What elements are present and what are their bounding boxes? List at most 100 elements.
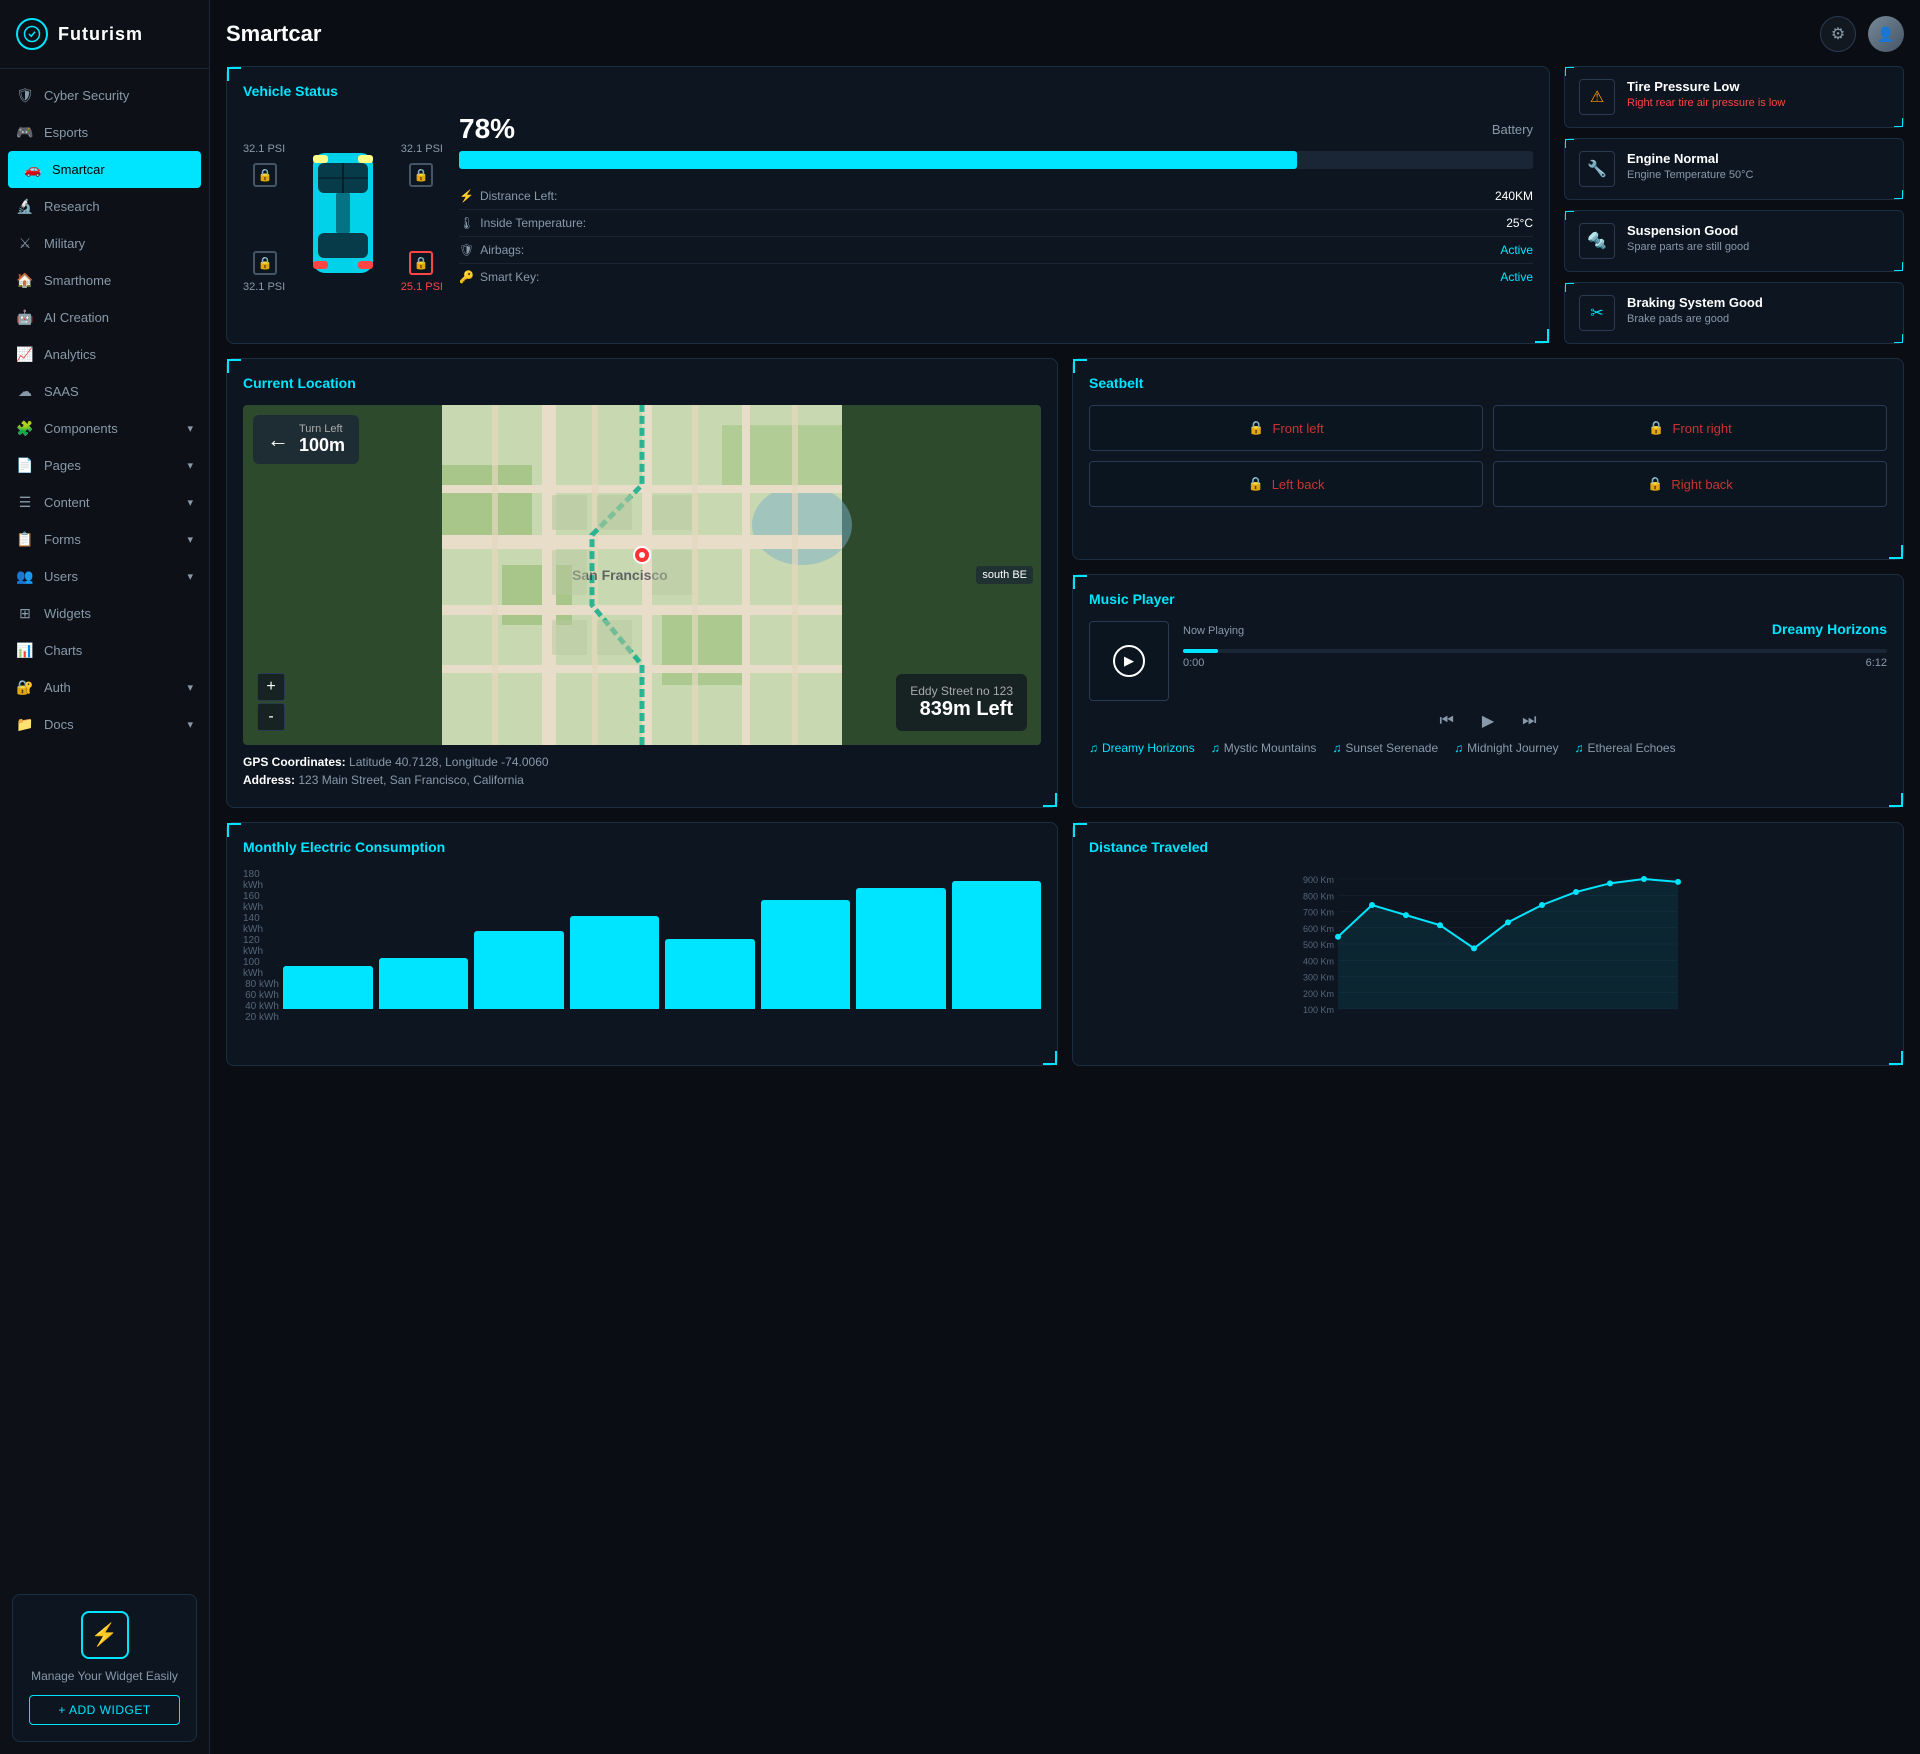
bar-Jun[interactable] xyxy=(761,900,851,1009)
alert-desc-tire-pressure: Right rear tire air pressure is low xyxy=(1627,97,1785,109)
alert-desc-suspension: Spare parts are still good xyxy=(1627,241,1749,253)
alert-desc-braking: Brake pads are good xyxy=(1627,313,1763,325)
nav-icon-pages: 📄 xyxy=(16,457,34,474)
sidebar-item-ai-creation[interactable]: 🤖 AI Creation xyxy=(0,299,209,336)
tire-rl-icon: 🔒 xyxy=(253,251,277,275)
album-art[interactable]: ▶ xyxy=(1089,621,1169,701)
now-playing-label: Now Playing xyxy=(1183,625,1244,637)
sidebar-item-smarthome[interactable]: 🏠 Smarthome xyxy=(0,262,209,299)
sidebar-item-analytics[interactable]: 📈 Analytics xyxy=(0,336,209,373)
map-address-box: Eddy Street no 123 839m Left xyxy=(896,674,1027,731)
map-nav-banner: ← Turn Left 100m xyxy=(253,415,359,464)
nav-label-charts: Charts xyxy=(44,643,82,658)
sidebar-widget: ⚡ Manage Your Widget Easily + ADD WIDGET xyxy=(12,1594,197,1742)
next-button[interactable]: ⏭ xyxy=(1522,711,1536,731)
current-location-card: Current Location xyxy=(226,358,1058,808)
nav-label-smarthome: Smarthome xyxy=(44,273,111,288)
consumption-card: Monthly Electric Consumption 180 kWh160 … xyxy=(226,822,1058,1066)
sidebar-item-widgets[interactable]: ⊞ Widgets xyxy=(0,595,209,632)
bar-Aug[interactable] xyxy=(952,881,1042,1009)
play-pause-button[interactable]: ▶ xyxy=(1482,711,1494,731)
alerts-column: ⚠ Tire Pressure Low Right rear tire air … xyxy=(1564,66,1904,344)
nav-label-analytics: Analytics xyxy=(44,347,96,362)
add-widget-button[interactable]: + ADD WIDGET xyxy=(29,1695,180,1725)
alert-icon-tire-pressure: ⚠ xyxy=(1579,79,1615,115)
time-current: 0:00 xyxy=(1183,657,1204,669)
avatar[interactable]: 👤 xyxy=(1868,16,1904,52)
sidebar-item-research[interactable]: 🔬 Research xyxy=(0,188,209,225)
svg-text:100 Km: 100 Km xyxy=(1303,1005,1334,1015)
nav-icon-esports: 🎮 xyxy=(16,124,34,141)
settings-button[interactable]: ⚙ xyxy=(1820,16,1856,52)
alert-title-tire-pressure: Tire Pressure Low xyxy=(1627,79,1785,94)
sidebar-item-saas[interactable]: ☁ SAAS xyxy=(0,373,209,410)
sidebar-item-charts[interactable]: 📊 Charts xyxy=(0,632,209,669)
consumption-title: Monthly Electric Consumption xyxy=(243,839,1041,855)
playlist-item-mystic[interactable]: ♫Mystic Mountains xyxy=(1211,741,1317,755)
bar-Mar[interactable] xyxy=(474,931,564,1009)
current-location-title: Current Location xyxy=(243,375,1041,391)
alert-title-suspension: Suspension Good xyxy=(1627,223,1749,238)
bar-May[interactable] xyxy=(665,939,755,1009)
header-actions: ⚙ 👤 xyxy=(1820,16,1904,52)
nav-arrow-docs: ▾ xyxy=(187,718,193,731)
sidebar-item-auth[interactable]: 🔐 Auth ▾ xyxy=(0,669,209,706)
svg-text:900 Km: 900 Km xyxy=(1303,875,1334,885)
turn-arrow-icon: ← xyxy=(267,427,289,453)
turn-text: Turn Left xyxy=(299,423,345,435)
page-title: Smartcar xyxy=(226,21,321,47)
nav-label-saas: SAAS xyxy=(44,384,79,399)
battery-label: Battery xyxy=(1492,122,1533,137)
battery-pct: 78% xyxy=(459,113,515,145)
playlist: ♫Dreamy Horizons ♫Mystic Mountains ♫Sunset… xyxy=(1089,741,1887,755)
playlist-item-midnight[interactable]: ♫Midnight Journey xyxy=(1454,741,1558,755)
play-button[interactable]: ▶ xyxy=(1113,645,1145,677)
sidebar-item-smartcar[interactable]: 🚗 Smartcar xyxy=(8,151,201,188)
sidebar-item-content[interactable]: ☰ Content ▾ xyxy=(0,484,209,521)
vehicle-stats: ⚡Distrance Left: 240KM 🌡Inside Temperatu… xyxy=(459,183,1533,290)
alert-title-engine: Engine Normal xyxy=(1627,151,1754,166)
nav-icon-smartcar: 🚗 xyxy=(24,161,42,178)
nav-icon-research: 🔬 xyxy=(16,198,34,215)
nav-label-research: Research xyxy=(44,199,100,214)
seatbelt-grid: 🔒 Front left🔒 Front right🔒 Left back🔒 Ri… xyxy=(1089,405,1887,507)
sidebar-item-pages[interactable]: 📄 Pages ▾ xyxy=(0,447,209,484)
nav-icon-users: 👥 xyxy=(16,568,34,585)
seat-btn-front-right[interactable]: 🔒 Front right xyxy=(1493,405,1887,451)
nav-icon-docs: 📁 xyxy=(16,716,34,733)
nav-icon-analytics: 📈 xyxy=(16,346,34,363)
svg-text:700 Km: 700 Km xyxy=(1303,908,1334,918)
tire-fr-icon: 🔒 xyxy=(409,163,433,187)
sidebar-item-components[interactable]: 🧩 Components ▾ xyxy=(0,410,209,447)
bar-Feb[interactable] xyxy=(379,958,469,1009)
bar-chart-area: 180 kWh160 kWh140 kWh120 kWh100 kWh80 kW… xyxy=(243,869,1041,1049)
seat-btn-front-left[interactable]: 🔒 Front left xyxy=(1089,405,1483,451)
alert-desc-engine: Engine Temperature 50°C xyxy=(1627,169,1754,181)
bar-Jan[interactable] xyxy=(283,966,373,1009)
sidebar-item-docs[interactable]: 📁 Docs ▾ xyxy=(0,706,209,743)
avatar-inner: 👤 xyxy=(1868,16,1904,52)
playlist-item-ethereal[interactable]: ♫Ethereal Echoes xyxy=(1575,741,1676,755)
bar-chart: 180 kWh160 kWh140 kWh120 kWh100 kWh80 kW… xyxy=(243,869,1041,1009)
sidebar-item-users[interactable]: 👥 Users ▾ xyxy=(0,558,209,595)
bar-Apr[interactable] xyxy=(570,916,660,1009)
seat-btn-left-back[interactable]: 🔒 Left back xyxy=(1089,461,1483,507)
progress-bar[interactable] xyxy=(1183,649,1887,653)
sidebar-item-forms[interactable]: 📋 Forms ▾ xyxy=(0,521,209,558)
sidebar-item-cyber-security[interactable]: 🛡 Cyber Security xyxy=(0,77,209,114)
sidebar-item-esports[interactable]: 🎮 Esports xyxy=(0,114,209,151)
zoom-out-button[interactable]: - xyxy=(257,703,285,731)
logo: Futurism xyxy=(0,0,209,69)
nav-icon-charts: 📊 xyxy=(16,642,34,659)
nav-label-forms: Forms xyxy=(44,532,81,547)
nav-icon-content: ☰ xyxy=(16,494,34,511)
previous-button[interactable]: ⏮ xyxy=(1439,711,1453,731)
player-controls: ⏮ ▶ ⏭ xyxy=(1089,711,1887,731)
seat-btn-right-back[interactable]: 🔒 Right back xyxy=(1493,461,1887,507)
nav-arrow-components: ▾ xyxy=(187,422,193,435)
bar-Jul[interactable] xyxy=(856,888,946,1009)
zoom-in-button[interactable]: + xyxy=(257,673,285,701)
playlist-item-dreamy[interactable]: ♫Dreamy Horizons xyxy=(1089,741,1195,755)
playlist-item-sunset[interactable]: ♫Sunset Serenade xyxy=(1332,741,1438,755)
sidebar-item-military[interactable]: ⚔ Military xyxy=(0,225,209,262)
